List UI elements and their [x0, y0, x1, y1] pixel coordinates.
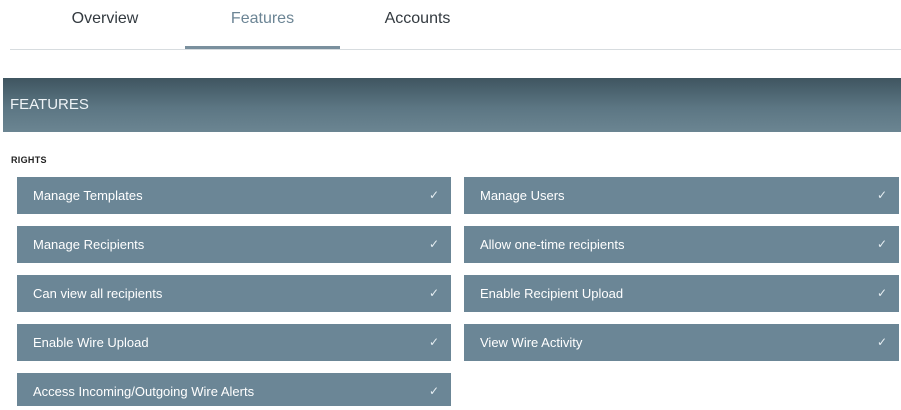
tab-overview[interactable]: Overview	[30, 0, 180, 49]
feature-access-wire-alerts[interactable]: Access Incoming/Outgoing Wire Alerts ✓	[17, 373, 451, 406]
check-icon: ✓	[876, 335, 887, 349]
tab-divider	[10, 49, 901, 50]
feature-can-view-all-recipients[interactable]: Can view all recipients ✓	[17, 275, 451, 312]
check-icon: ✓	[876, 237, 887, 251]
features-title: FEATURES	[10, 96, 89, 113]
features-header: FEATURES	[3, 78, 901, 132]
feature-label: Manage Users	[480, 188, 565, 203]
feature-manage-recipients[interactable]: Manage Recipients ✓	[17, 226, 451, 263]
check-icon: ✓	[876, 188, 887, 202]
feature-label: Enable Recipient Upload	[480, 286, 624, 301]
feature-label: Can view all recipients	[33, 286, 163, 301]
feature-label: Enable Wire Upload	[33, 335, 149, 350]
feature-manage-templates[interactable]: Manage Templates ✓	[17, 177, 451, 214]
feature-label: View Wire Activity	[480, 335, 583, 350]
feature-label: Allow one-time recipients	[480, 237, 625, 252]
feature-enable-recipient-upload[interactable]: Enable Recipient Upload ✓	[464, 275, 899, 312]
check-icon: ✓	[428, 384, 439, 398]
tab-bar: Overview Features Accounts	[0, 0, 901, 50]
feature-label: Manage Templates	[33, 188, 143, 203]
check-icon: ✓	[428, 237, 439, 251]
check-icon: ✓	[428, 335, 439, 349]
feature-enable-wire-upload[interactable]: Enable Wire Upload ✓	[17, 324, 451, 361]
feature-view-wire-activity[interactable]: View Wire Activity ✓	[464, 324, 899, 361]
check-icon: ✓	[428, 188, 439, 202]
check-icon: ✓	[876, 286, 887, 300]
feature-allow-one-time-recipients[interactable]: Allow one-time recipients ✓	[464, 226, 899, 263]
check-icon: ✓	[428, 286, 439, 300]
feature-label: Manage Recipients	[33, 237, 145, 252]
feature-manage-users[interactable]: Manage Users ✓	[464, 177, 899, 214]
rights-section-label: RIGHTS	[11, 155, 47, 165]
tab-features[interactable]: Features	[185, 0, 340, 49]
feature-label: Access Incoming/Outgoing Wire Alerts	[33, 384, 255, 399]
tab-accounts[interactable]: Accounts	[340, 0, 495, 49]
